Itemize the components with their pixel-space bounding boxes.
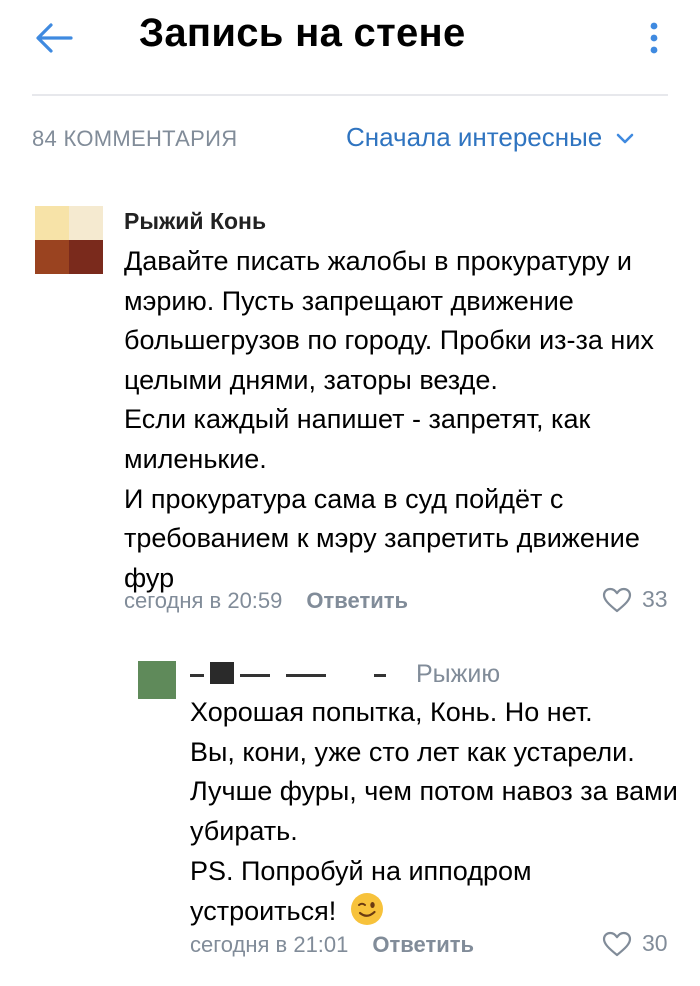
chevron-down-icon [616,133,634,143]
reply-meta: сегодня в 21:01 Ответить [190,932,474,958]
avatar[interactable] [138,661,176,699]
app-header: Запись на стене [0,0,700,96]
more-options-button[interactable] [640,14,668,62]
comments-count: 84 КОММЕНТАРИЯ [32,126,238,151]
reply-text: Хорошая попытка, Конь. Но нет. Вы, кони,… [190,693,680,931]
more-vertical-icon [650,22,658,54]
winking-face-icon [351,892,384,925]
comment-paragraph: Вы, кони, уже сто лет как устарели. [190,736,635,767]
like-button[interactable]: 30 [602,930,668,957]
comment-time: сегодня в 21:01 [190,932,349,957]
comment-paragraph: Хорошая попытка, Конь. Но нет. [190,697,593,727]
sort-label: Сначала интересные [346,122,603,152]
comment-paragraph: Давайте писать жалобы в прокуратуру и мэ… [124,246,654,395]
comment-paragraph-with-emoji: PS. Попробуй на ипподром устроиться! [190,852,680,931]
reply-button[interactable]: Ответить [306,588,408,614]
heart-icon [602,931,632,956]
comment-paragraph: Лучше фуры, чем потом навоз за вами убир… [190,776,678,847]
sort-dropdown[interactable]: Сначала интересные [346,122,634,153]
arrow-left-icon [36,23,73,53]
like-button[interactable]: 33 [602,586,668,613]
avatar[interactable] [35,206,103,274]
heart-icon [602,587,632,612]
reply-button[interactable]: Ответить [372,932,474,958]
hidden-author-name [190,660,400,692]
comment-text: Давайте писать жалобы в прокуратуру и мэ… [124,242,669,598]
comment-author[interactable]: Рыжий Конь [124,208,266,235]
like-count: 30 [642,930,668,956]
comment-time: сегодня в 20:59 [124,588,283,613]
divider [32,94,668,96]
like-count: 33 [642,586,668,612]
back-button[interactable] [28,14,80,62]
page-title: Запись на стене [139,11,466,55]
reply-to-name[interactable]: Рыжию [416,660,500,689]
comment-paragraph: И прокуратура сама в суд пойдёт с требов… [124,483,640,593]
comment-meta: сегодня в 20:59 Ответить [124,588,408,614]
comment-paragraph: Если каждый напишет - запретят, как миле… [124,404,591,474]
